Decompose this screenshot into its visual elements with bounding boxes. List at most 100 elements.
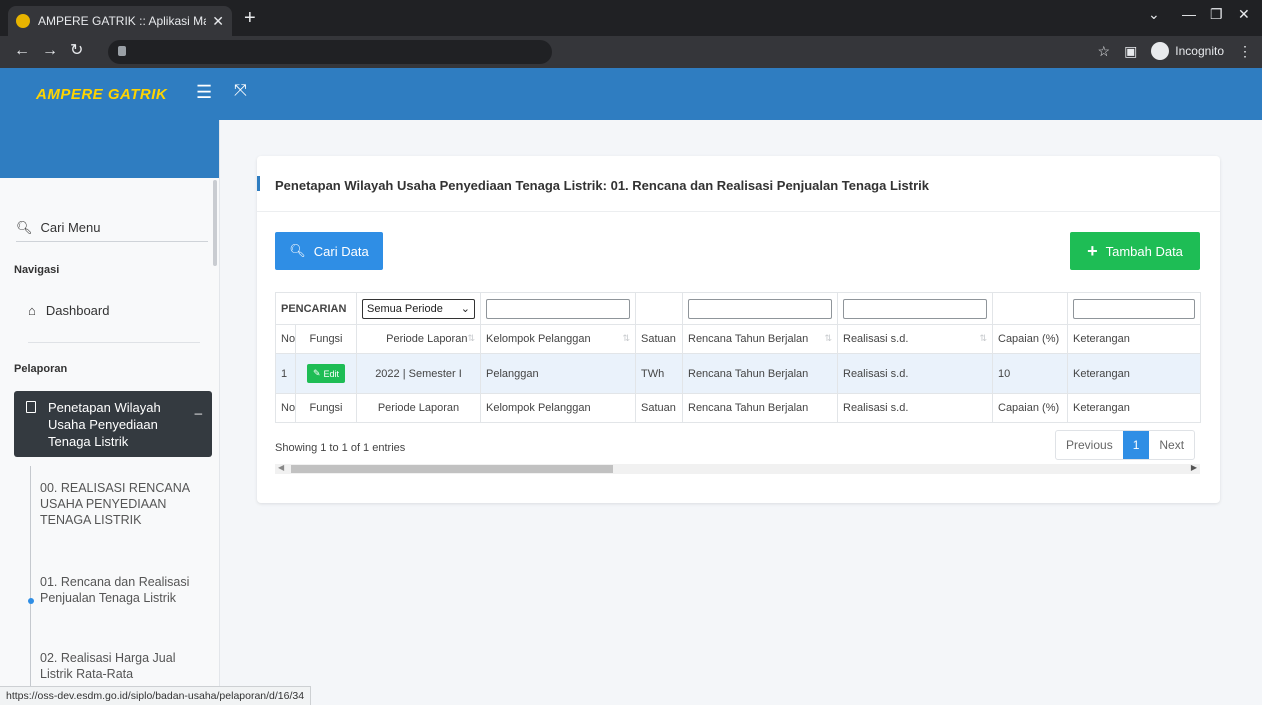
forward-icon[interactable]: → <box>42 42 58 60</box>
bookmark-star-icon[interactable]: ☆ <box>1098 43 1111 60</box>
cell-keterangan: Keterangan <box>1067 353 1201 394</box>
brand-logo[interactable]: AMPERE GATRIK <box>36 86 167 103</box>
pagination: Previous 1 Next <box>1055 430 1196 460</box>
incognito-indicator[interactable]: Incognito <box>1151 42 1224 60</box>
tab-search-icon[interactable]: ⌄ <box>1148 6 1160 23</box>
incognito-label: Incognito <box>1175 44 1224 58</box>
cell-realisasi: Realisasi s.d. <box>837 353 993 394</box>
new-tab-button[interactable]: + <box>244 8 256 28</box>
foot-rencana: Rencana Tahun Berjalan <box>682 393 838 423</box>
sort-icon: ⇅ <box>979 333 987 343</box>
minimize-icon[interactable]: — <box>1182 6 1196 22</box>
period-filter-cell: Semua Periode ⌄ <box>356 292 481 325</box>
nav-heading: Navigasi <box>14 264 60 276</box>
scroll-thumb[interactable] <box>291 465 613 473</box>
foot-fungsi: Fungsi <box>295 393 357 423</box>
report-heading: Pelaporan <box>14 363 68 375</box>
sidebar-scrollbar[interactable] <box>213 180 217 266</box>
plus-icon: + <box>1087 240 1098 261</box>
app-header: AMPERE GATRIK ☰ ⤧ <box>0 68 1262 120</box>
period-select-value: Semua Periode <box>367 302 443 315</box>
col-header-periode[interactable]: Periode Laporan ⇅ <box>356 324 481 354</box>
sidebar-subitem-00[interactable]: 00. REALISASI RENCANA USAHA PENYEDIAAN T… <box>40 480 210 528</box>
sidebar-item-dashboard[interactable]: ⌂ Dashboard <box>28 303 109 318</box>
col-header-fungsi: Fungsi <box>295 324 357 354</box>
close-window-icon[interactable]: ✕ <box>1238 6 1250 23</box>
add-data-button[interactable]: + Tambah Data <box>1070 232 1200 270</box>
back-icon[interactable]: ← <box>14 42 30 60</box>
foot-no: No <box>275 393 296 423</box>
sidebar-item-penetapan-wilayah[interactable]: Penetapan Wilayah Usaha Penyediaan Tenag… <box>14 391 212 457</box>
realisasi-filter-input[interactable] <box>843 298 987 319</box>
cell-satuan: TWh <box>635 353 683 394</box>
col-header-kelompok[interactable]: Kelompok Pelanggan ⇅ <box>480 324 636 354</box>
favicon-icon <box>16 14 30 28</box>
close-tab-icon[interactable]: ✕ <box>212 13 224 30</box>
sort-icon: ⇅ <box>824 333 832 343</box>
scroll-right-icon[interactable]: ▶ <box>1191 463 1197 472</box>
divider <box>28 342 200 343</box>
restore-icon[interactable]: ❐ <box>1210 6 1223 23</box>
address-bar[interactable] <box>108 40 552 64</box>
incognito-icon <box>1151 42 1170 60</box>
foot-satuan: Satuan <box>635 393 683 423</box>
browser-toolbar: ← → ↻ ☆ ▣ Incognito ⋮ <box>0 36 1262 68</box>
search-data-button[interactable]: 🔍︎ Cari Data <box>275 232 383 270</box>
col-header-realisasi[interactable]: Realisasi s.d. ⇅ <box>837 324 993 354</box>
col-header-rencana[interactable]: Rencana Tahun Berjalan ⇅ <box>682 324 838 354</box>
dashboard-label: Dashboard <box>45 303 110 318</box>
header-row: No Fungsi Periode Laporan ⇅ Kelompok Pel… <box>275 324 1201 354</box>
kelompok-filter-input[interactable] <box>486 298 630 319</box>
sort-icon: ⇅ <box>622 333 630 343</box>
search-data-label: Cari Data <box>313 243 369 259</box>
side-panel-icon[interactable]: ▣ <box>1124 43 1137 60</box>
add-data-label: Tambah Data <box>1105 243 1183 259</box>
fullscreen-icon[interactable]: ⤧ <box>234 82 247 100</box>
col-header-satuan[interactable]: Satuan <box>635 324 683 354</box>
foot-kelompok: Kelompok Pelanggan <box>480 393 636 423</box>
col-header-keterangan[interactable]: Keterangan <box>1067 324 1201 354</box>
reload-icon[interactable]: ↻ <box>70 42 83 60</box>
table-horizontal-scrollbar[interactable]: ◀ ▶ <box>275 463 1200 474</box>
col-header-no[interactable]: No <box>275 324 296 354</box>
card-header: Penetapan Wilayah Usaha Penyediaan Tenag… <box>257 156 1220 212</box>
main-card: Penetapan Wilayah Usaha Penyediaan Tenag… <box>257 156 1220 503</box>
collapse-icon[interactable]: _ <box>195 399 202 416</box>
chevron-down-icon: ⌄ <box>460 303 470 315</box>
foot-periode: Periode Laporan <box>356 393 481 423</box>
table-row: 1 ✎ Edit 2022 | Semester I Pelanggan TWh… <box>275 353 1201 394</box>
filter-row: PENCARIAN Semua Periode ⌄ <box>275 292 1201 325</box>
title-accent <box>257 176 260 191</box>
foot-realisasi: Realisasi s.d. <box>837 393 993 423</box>
home-icon: ⌂ <box>28 303 36 318</box>
edit-label: Edit <box>323 368 340 379</box>
search-menu-label: Cari Menu <box>40 220 101 235</box>
cell-rencana: Rencana Tahun Berjalan <box>682 353 838 394</box>
sidebar-search[interactable]: 🔍︎ Cari Menu <box>16 214 208 242</box>
sidebar-subitem-01[interactable]: 01. Rencana dan Realisasi Penjualan Tena… <box>40 574 210 606</box>
rencana-filter-input[interactable] <box>688 298 832 319</box>
cell-periode: 2022 | Semester I <box>356 353 481 394</box>
active-item-label: Penetapan Wilayah Usaha Penyediaan Tenag… <box>48 400 161 449</box>
cell-fungsi: ✎ Edit <box>295 353 357 394</box>
col-header-capaian[interactable]: Capaian (%) <box>992 324 1068 354</box>
browser-tab[interactable]: AMPERE GATRIK :: Aplikasi Mana ✕ <box>8 6 232 36</box>
edit-button[interactable]: ✎ Edit <box>306 364 346 383</box>
lock-icon <box>118 46 126 56</box>
period-select[interactable]: Semua Periode ⌄ <box>362 298 475 319</box>
next-button[interactable]: Next <box>1149 431 1194 459</box>
search-icon: 🔍︎ <box>16 219 33 235</box>
search-icon: 🔍︎ <box>289 243 306 258</box>
pencil-icon: ✎ <box>312 368 321 378</box>
document-icon <box>26 401 36 413</box>
scroll-left-icon[interactable]: ◀ <box>278 463 284 472</box>
tab-title: AMPERE GATRIK :: Aplikasi Mana <box>38 14 207 28</box>
previous-button[interactable]: Previous <box>1056 431 1123 459</box>
keterangan-filter-input[interactable] <box>1073 298 1195 319</box>
menu-kebab-icon[interactable]: ⋮ <box>1238 43 1252 60</box>
submenu-line <box>30 466 31 705</box>
sidebar-subitem-02[interactable]: 02. Realisasi Harga Jual Listrik Rata-Ra… <box>40 650 210 682</box>
page-1-button[interactable]: 1 <box>1122 431 1150 459</box>
status-url: https://oss-dev.esdm.go.id/siplo/badan-u… <box>0 686 312 705</box>
hamburger-menu-icon[interactable]: ☰ <box>196 82 212 103</box>
